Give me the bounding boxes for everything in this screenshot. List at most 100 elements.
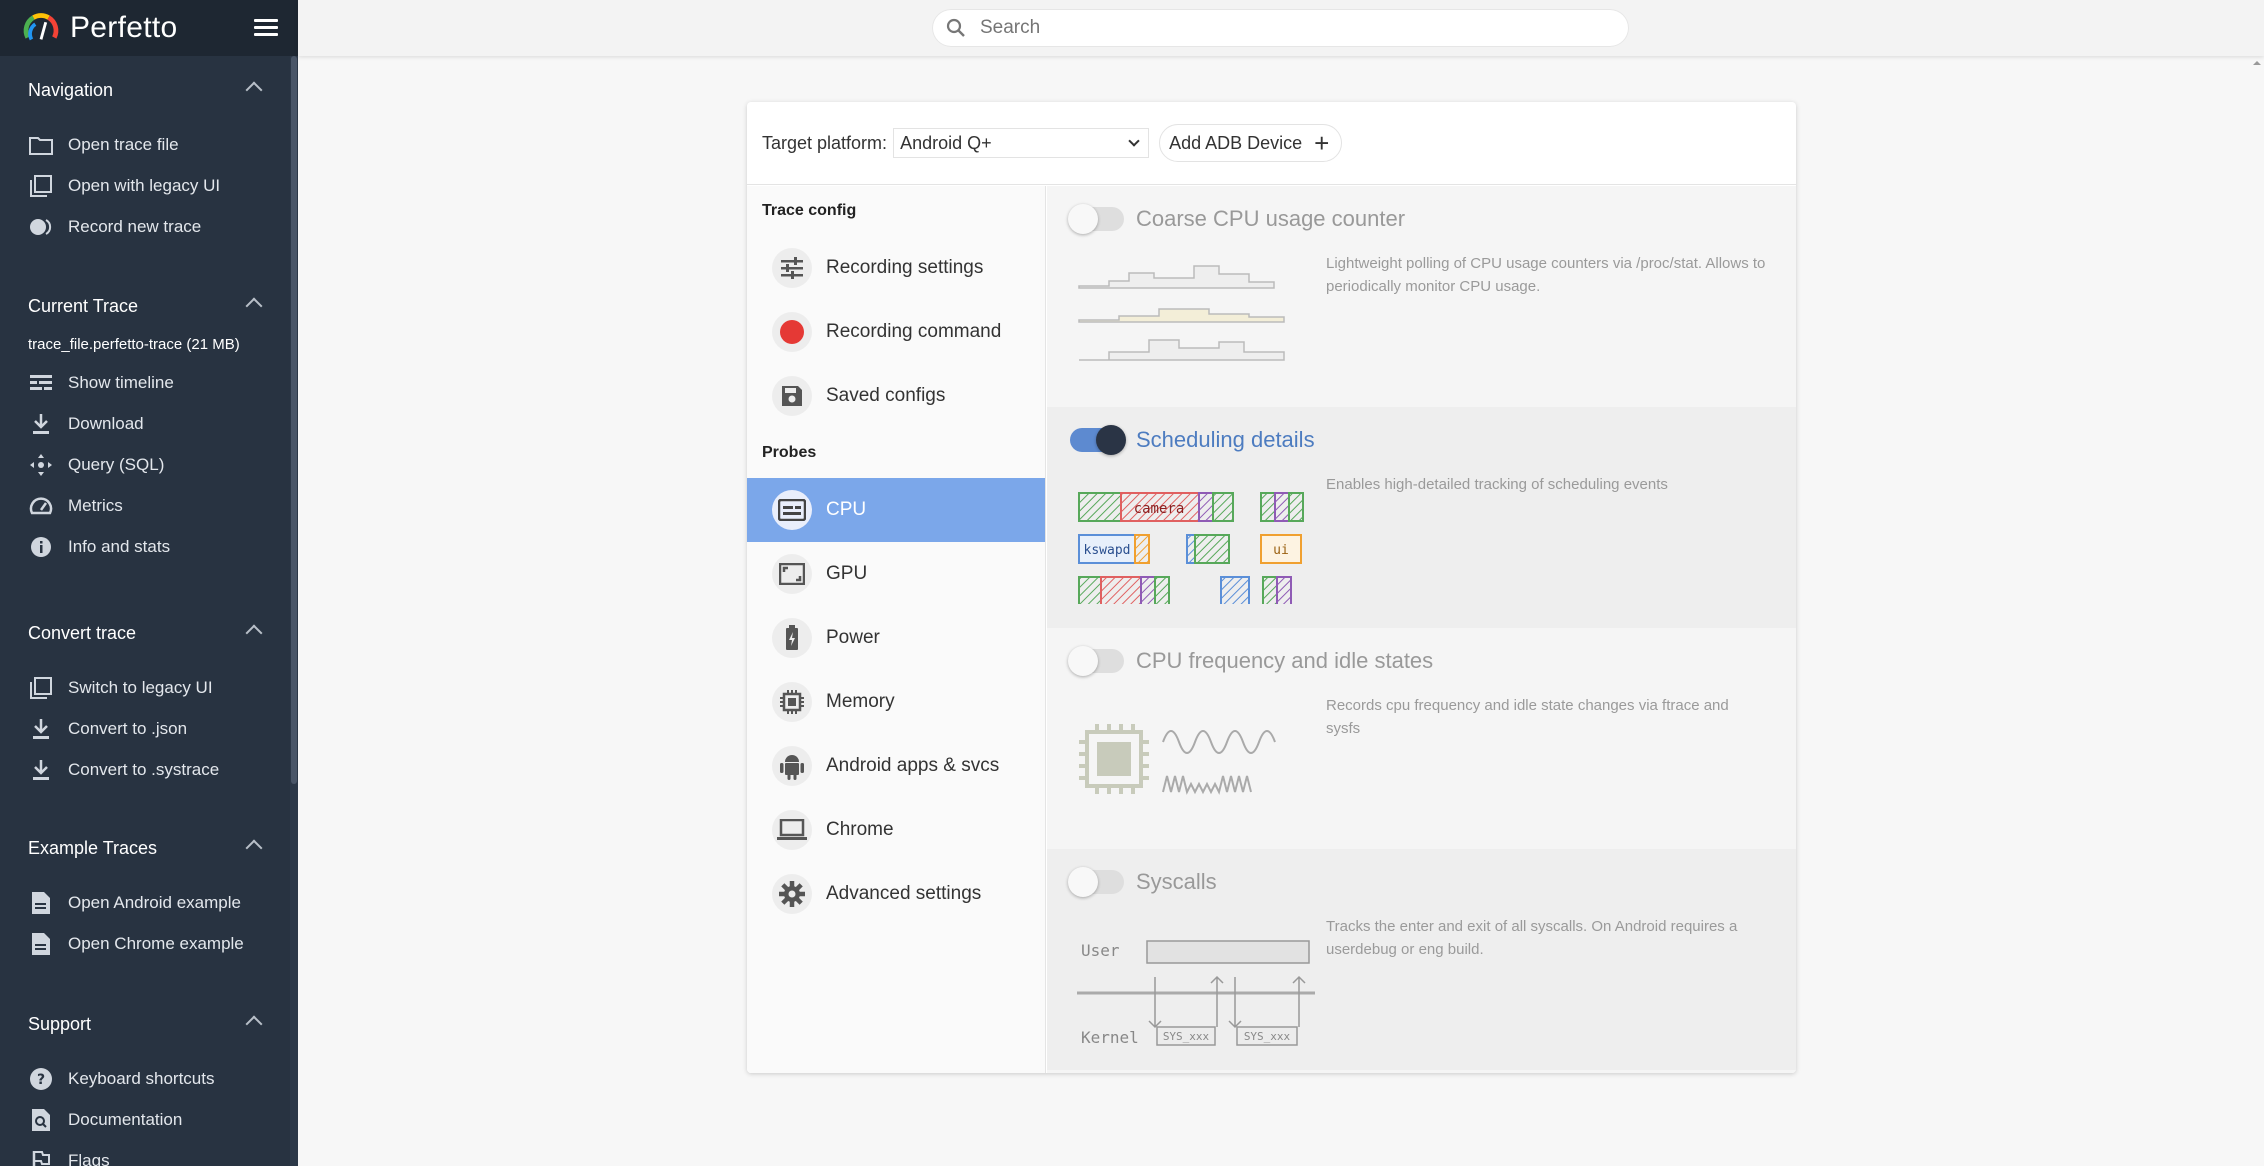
section-title: Navigation [28,79,114,100]
sidebar-item-open-chrome-example[interactable]: Open Chrome example [0,923,290,964]
scrollbar-thumb[interactable] [291,56,297,784]
nav-android-apps[interactable]: Android apps & svcs [747,734,1045,798]
section-header-support[interactable]: Support [0,1004,290,1044]
chevron-up-icon[interactable] [245,624,263,642]
sidebar-item-label: Info and stats [68,536,171,556]
sidebar-item-switch-legacy-ui[interactable]: Switch to legacy UI [0,667,290,708]
sidebar-item-label: Record new trace [68,216,202,236]
sidebar-item-label: Query (SQL) [68,454,165,474]
sidebar-section-navigation: Navigation Open trace file Open with leg… [0,70,290,247]
probe-toggle[interactable] [1070,425,1126,455]
sidebar-item-label: Keyboard shortcuts [68,1068,215,1088]
sidebar-item-label: Convert to .systrace [68,759,220,779]
sidebar: Perfetto Navigation Open trace file Open… [0,0,298,1166]
section-title: Current Trace [28,295,139,316]
target-platform-bar: Target platform: Android Q+ Add ADB Devi… [747,102,1796,185]
probe-header: CPU frequency and idle states [1068,646,1434,676]
section-title: Example Traces [28,837,158,858]
nav-label: CPU [826,499,867,520]
chevron-up-icon[interactable] [245,297,263,315]
nav-gpu[interactable]: GPU [747,542,1045,606]
download-icon [28,411,54,437]
sidebar-item-documentation[interactable]: Documentation [0,1099,290,1140]
sidebar-item-convert-json[interactable]: Convert to .json [0,708,290,749]
sidebar-item-flags[interactable]: Flags [0,1140,290,1166]
description-icon [28,931,54,957]
sidebar-item-open-legacy-ui[interactable]: Open with legacy UI [0,165,290,206]
sidebar-item-query-sql[interactable]: Query (SQL) [0,444,290,485]
probe-header: Syscalls [1068,867,1217,897]
search-input[interactable] [980,17,1580,39]
chevron-up-icon[interactable] [245,1015,263,1033]
sidebar-item-keyboard-shortcuts[interactable]: ? Keyboard shortcuts [0,1058,290,1099]
sidebar-section-support: Support ? Keyboard shortcuts Documentati… [0,1004,290,1166]
nav-label: GPU [826,563,868,584]
nav-power[interactable]: Power [747,606,1045,670]
menu-icon[interactable] [254,19,278,37]
nav-label: Memory [826,691,895,712]
nav-advanced-settings[interactable]: Advanced settings [747,862,1045,926]
search-box[interactable] [932,9,1629,47]
probe-toggle[interactable] [1068,867,1124,897]
search-icon [946,18,965,37]
sidebar-item-label: Show timeline [68,372,174,392]
chevron-up-icon[interactable] [245,839,263,857]
filter-none-icon [28,173,54,199]
sidebar-header: Perfetto [0,0,298,56]
nav-memory[interactable]: Memory [747,670,1045,734]
nav-label: Recording command [826,321,1002,342]
toggle-knob[interactable] [1096,425,1126,455]
probe-toggle[interactable] [1068,204,1124,234]
probe-description: Lightweight polling of CPU usage counter… [1326,255,1766,295]
download-icon [28,757,54,783]
section-header-convert-trace[interactable]: Convert trace [0,613,290,653]
battery-icon [772,618,812,658]
probe-scheduling-details: Scheduling details camera kswapd ui Enab… [1047,407,1796,628]
record-dot-icon [772,312,812,352]
folder-icon [28,132,54,158]
section-header-example-traces[interactable]: Example Traces [0,828,290,868]
sidebar-item-open-trace-file[interactable]: Open trace file [0,124,290,165]
chevron-up-icon[interactable] [245,81,263,99]
toggle-knob[interactable] [1068,646,1098,676]
nav-label: Power [826,627,880,648]
sidebar-item-label: Open with legacy UI [68,175,221,195]
nav-saved-configs[interactable]: Saved configs [747,364,1045,428]
target-platform-label: Target platform: [762,132,888,153]
section-header-navigation[interactable]: Navigation [0,70,290,110]
scroll-up-arrow-icon[interactable] [2250,56,2264,70]
sidebar-item-show-timeline[interactable]: Show timeline [0,362,290,403]
probe-toggle[interactable] [1068,646,1124,676]
toggle-knob[interactable] [1068,204,1098,234]
sidebar-item-label: Documentation [68,1109,183,1129]
perfetto-logo-icon[interactable] [22,9,60,47]
section-header-current-trace[interactable]: Current Trace [0,286,290,326]
probe-header: Scheduling details [1070,425,1315,455]
sidebar-scrollbar[interactable] [290,56,298,1166]
nav-recording-settings[interactable]: Recording settings [747,236,1045,300]
probe-title: Coarse CPU usage counter [1136,206,1406,231]
sidebar-item-open-android-example[interactable]: Open Android example [0,882,290,923]
cpu-usage-illustration [1078,265,1285,361]
main-scrollbar[interactable] [2250,56,2264,1166]
nav-chrome[interactable]: Chrome [747,798,1045,862]
sidebar-item-info-and-stats[interactable]: Info and stats [0,526,290,567]
sidebar-item-record-new-trace[interactable]: Record new trace [0,206,290,247]
topbar [298,0,2264,56]
save-icon [772,376,812,416]
nav-cpu[interactable]: CPU [747,478,1045,542]
laptop-icon [772,810,812,850]
target-platform-select[interactable]: Android Q+ [893,128,1150,158]
nav-recording-command[interactable]: Recording command [747,300,1045,364]
cpu-frequency-illustration [1079,724,1276,795]
sidebar-item-download[interactable]: Download [0,403,290,444]
probe-title: CPU frequency and idle states [1136,648,1434,673]
sched-label-kswapd: kswapd [1084,543,1131,558]
toggle-knob[interactable] [1068,867,1098,897]
sidebar-item-convert-systrace[interactable]: Convert to .systrace [0,749,290,790]
add-adb-device-button[interactable]: Add ADB Device + [1159,124,1343,162]
probe-cpu-frequency: CPU frequency and idle states Records cp… [1047,628,1796,849]
filter-none-icon [28,675,54,701]
sidebar-item-metrics[interactable]: Metrics [0,485,290,526]
speed-icon [28,493,54,519]
